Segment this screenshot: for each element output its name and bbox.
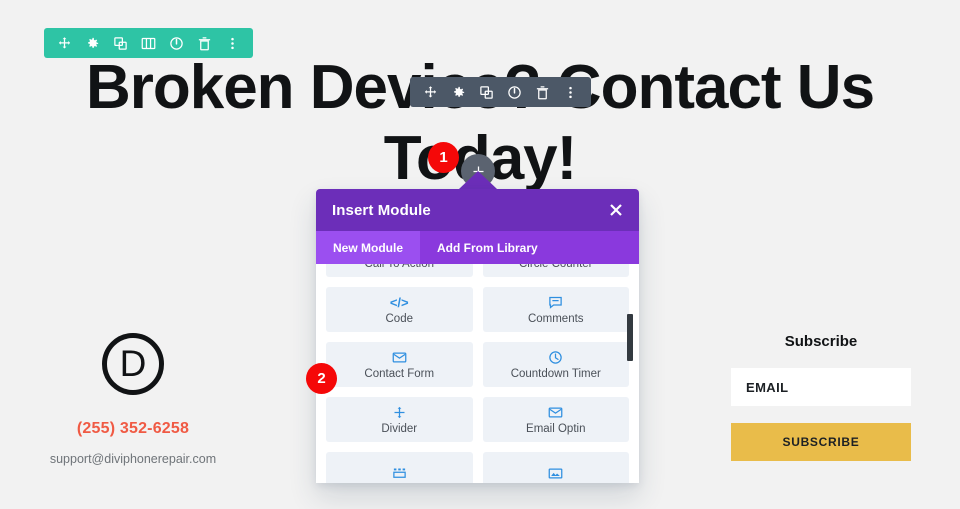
duplicate-icon[interactable] <box>113 36 128 51</box>
tab-new-module[interactable]: New Module <box>316 231 421 264</box>
divi-logo-icon: D <box>102 333 164 395</box>
module-tile-countdown-timer[interactable]: Countdown Timer <box>482 342 629 387</box>
email-field[interactable]: EMAIL <box>731 368 911 406</box>
step-badge-2: 2 <box>306 363 337 394</box>
modal-header: Insert Module <box>316 189 639 231</box>
subscribe-block: Subscribe EMAIL SUBSCRIBE <box>731 333 911 461</box>
modal-scrollbar-thumb[interactable] <box>627 314 633 361</box>
modal-title: Insert Module <box>332 201 431 219</box>
insert-module-modal: Insert Module New Module Add From Librar… <box>316 189 639 483</box>
move-icon[interactable] <box>57 36 72 51</box>
subscribe-button[interactable]: SUBSCRIBE <box>731 423 911 461</box>
move-icon[interactable] <box>423 85 438 100</box>
contact-block: D (255) 352-6258 support@diviphonerepair… <box>33 333 233 466</box>
module-tile-comments[interactable]: Comments <box>482 287 629 332</box>
module-tile-email-optin[interactable]: Email Optin <box>482 397 629 442</box>
trash-icon[interactable] <box>535 85 550 100</box>
more-options-icon[interactable] <box>225 36 240 51</box>
module-tile-circle-counter[interactable]: Circle Counter <box>482 264 629 277</box>
contact-email[interactable]: support@diviphonerepair.com <box>33 452 233 466</box>
module-label: Divider <box>381 423 418 435</box>
section-toolbar[interactable] <box>44 28 253 58</box>
page-canvas: Broken Device? Contact Us Today! <box>0 0 960 509</box>
module-list-body: Call To Action Circle Counter </> Code C… <box>316 264 639 483</box>
fullwidth-image-icon <box>548 465 563 481</box>
module-tile-divider[interactable]: Divider <box>326 397 473 442</box>
clock-icon <box>548 349 563 365</box>
close-icon[interactable] <box>609 203 623 217</box>
module-tile-call-to-action[interactable]: Call To Action <box>326 264 473 277</box>
module-tile-filtered-portfolio[interactable] <box>326 452 473 483</box>
gear-icon[interactable] <box>451 85 466 100</box>
duplicate-icon[interactable] <box>479 85 494 100</box>
code-icon: </> <box>389 294 409 310</box>
more-options-icon[interactable] <box>563 85 578 100</box>
module-label: Comments <box>527 313 584 325</box>
modal-scrollbar[interactable] <box>627 264 636 483</box>
module-label: Email Optin <box>526 423 586 435</box>
subscribe-title: Subscribe <box>784 333 858 350</box>
module-label: Countdown Timer <box>510 368 601 380</box>
module-label: Contact Form <box>364 368 435 380</box>
power-icon[interactable] <box>507 85 522 100</box>
row-toolbar[interactable] <box>410 77 591 107</box>
columns-icon[interactable] <box>141 36 156 51</box>
module-label: Call To Action <box>364 264 434 270</box>
module-label: Code <box>385 313 414 325</box>
envelope-icon <box>392 349 407 365</box>
comments-icon <box>548 294 563 310</box>
modal-tab-bar: New Module Add From Library <box>316 231 639 264</box>
filtered-portfolio-icon <box>392 465 407 481</box>
modal-pointer-arrow <box>459 171 497 189</box>
gear-icon[interactable] <box>85 36 100 51</box>
divider-icon <box>392 404 407 420</box>
module-tile-contact-form[interactable]: Contact Form <box>326 342 473 387</box>
module-tile-code[interactable]: </> Code <box>326 287 473 332</box>
contact-phone[interactable]: (255) 352-6258 <box>33 420 233 438</box>
power-icon[interactable] <box>169 36 184 51</box>
envelope-icon <box>548 404 563 420</box>
tab-add-from-library[interactable]: Add From Library <box>420 231 555 264</box>
module-grid: Call To Action Circle Counter </> Code C… <box>326 264 629 483</box>
step-badge-1: 1 <box>428 142 459 173</box>
trash-icon[interactable] <box>197 36 212 51</box>
module-tile-fullwidth-image[interactable] <box>482 452 629 483</box>
module-label: Circle Counter <box>519 264 593 270</box>
